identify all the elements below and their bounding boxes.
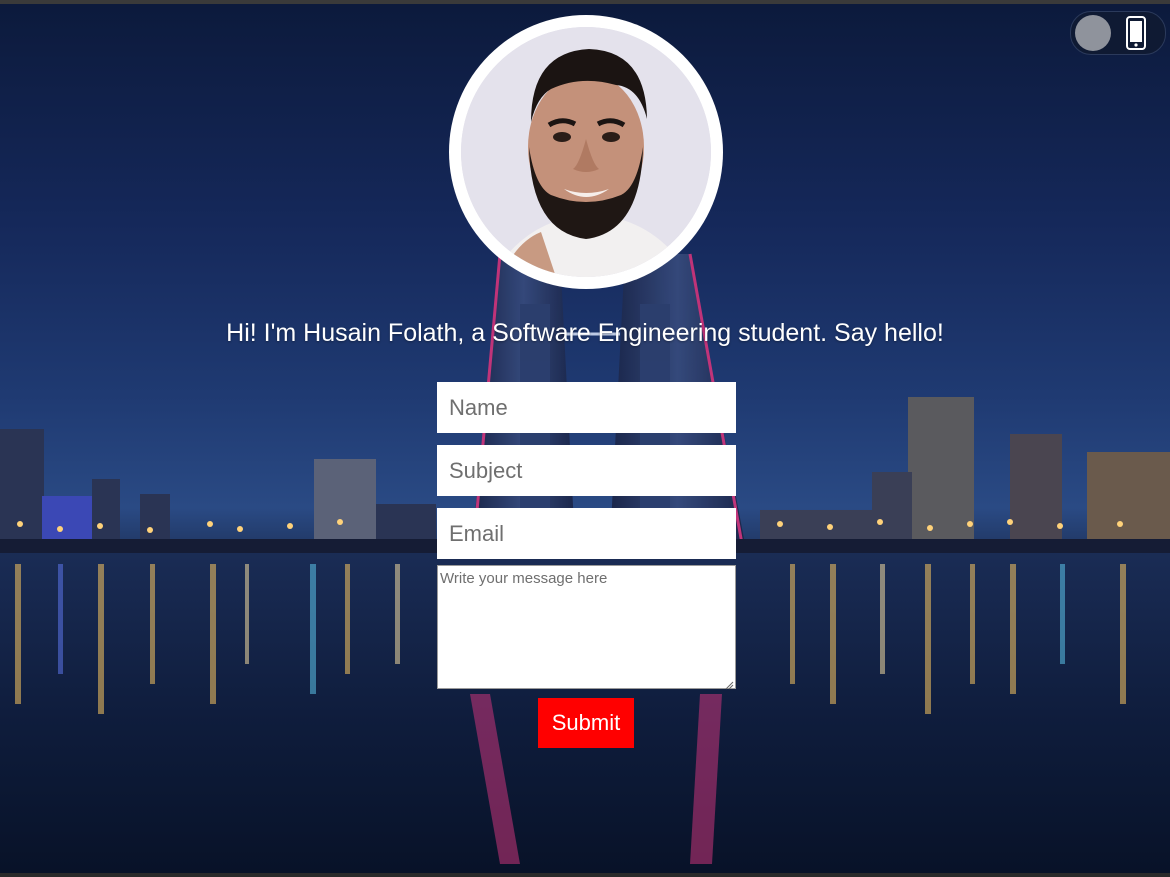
message-textarea[interactable] [437, 565, 736, 689]
device-view-toggle[interactable] [1070, 11, 1166, 55]
profile-photo [461, 27, 711, 277]
mobile-phone-icon [1126, 16, 1146, 50]
resize-handle-icon[interactable] [724, 680, 734, 690]
name-field[interactable] [437, 382, 736, 433]
window-bottom-border [0, 873, 1170, 877]
person-portrait-illustration [461, 27, 711, 277]
submit-button[interactable]: Submit [538, 698, 634, 748]
intro-heading: Hi! I'm Husain Folath, a Software Engine… [226, 319, 944, 347]
page: Hi! I'm Husain Folath, a Software Engine… [0, 0, 1170, 877]
subject-field[interactable] [437, 445, 736, 496]
profile-avatar [449, 15, 723, 289]
email-field[interactable] [437, 508, 736, 559]
toggle-knob[interactable] [1075, 15, 1111, 51]
contact-form [437, 382, 736, 690]
message-wrapper [437, 565, 736, 690]
window-top-border [0, 0, 1170, 4]
